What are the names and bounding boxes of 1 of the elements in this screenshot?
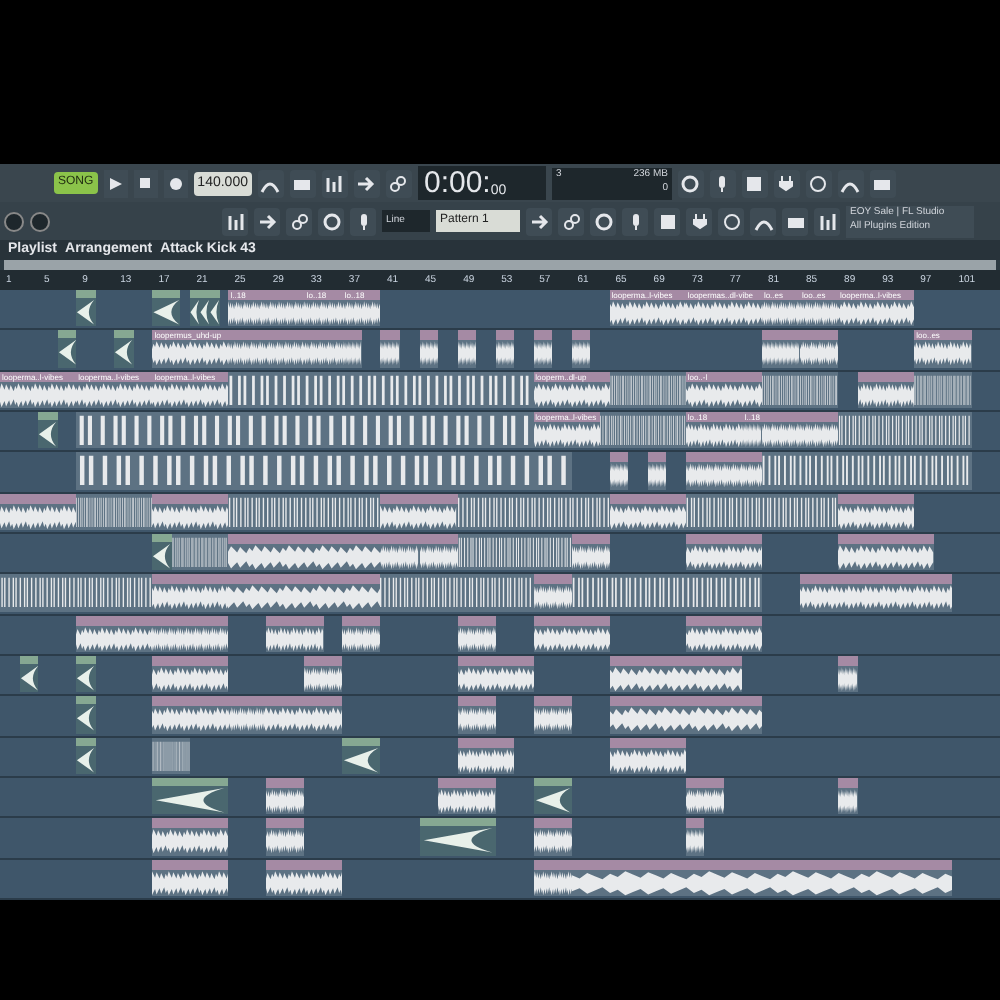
time-text: 0:00: (423, 168, 491, 200)
